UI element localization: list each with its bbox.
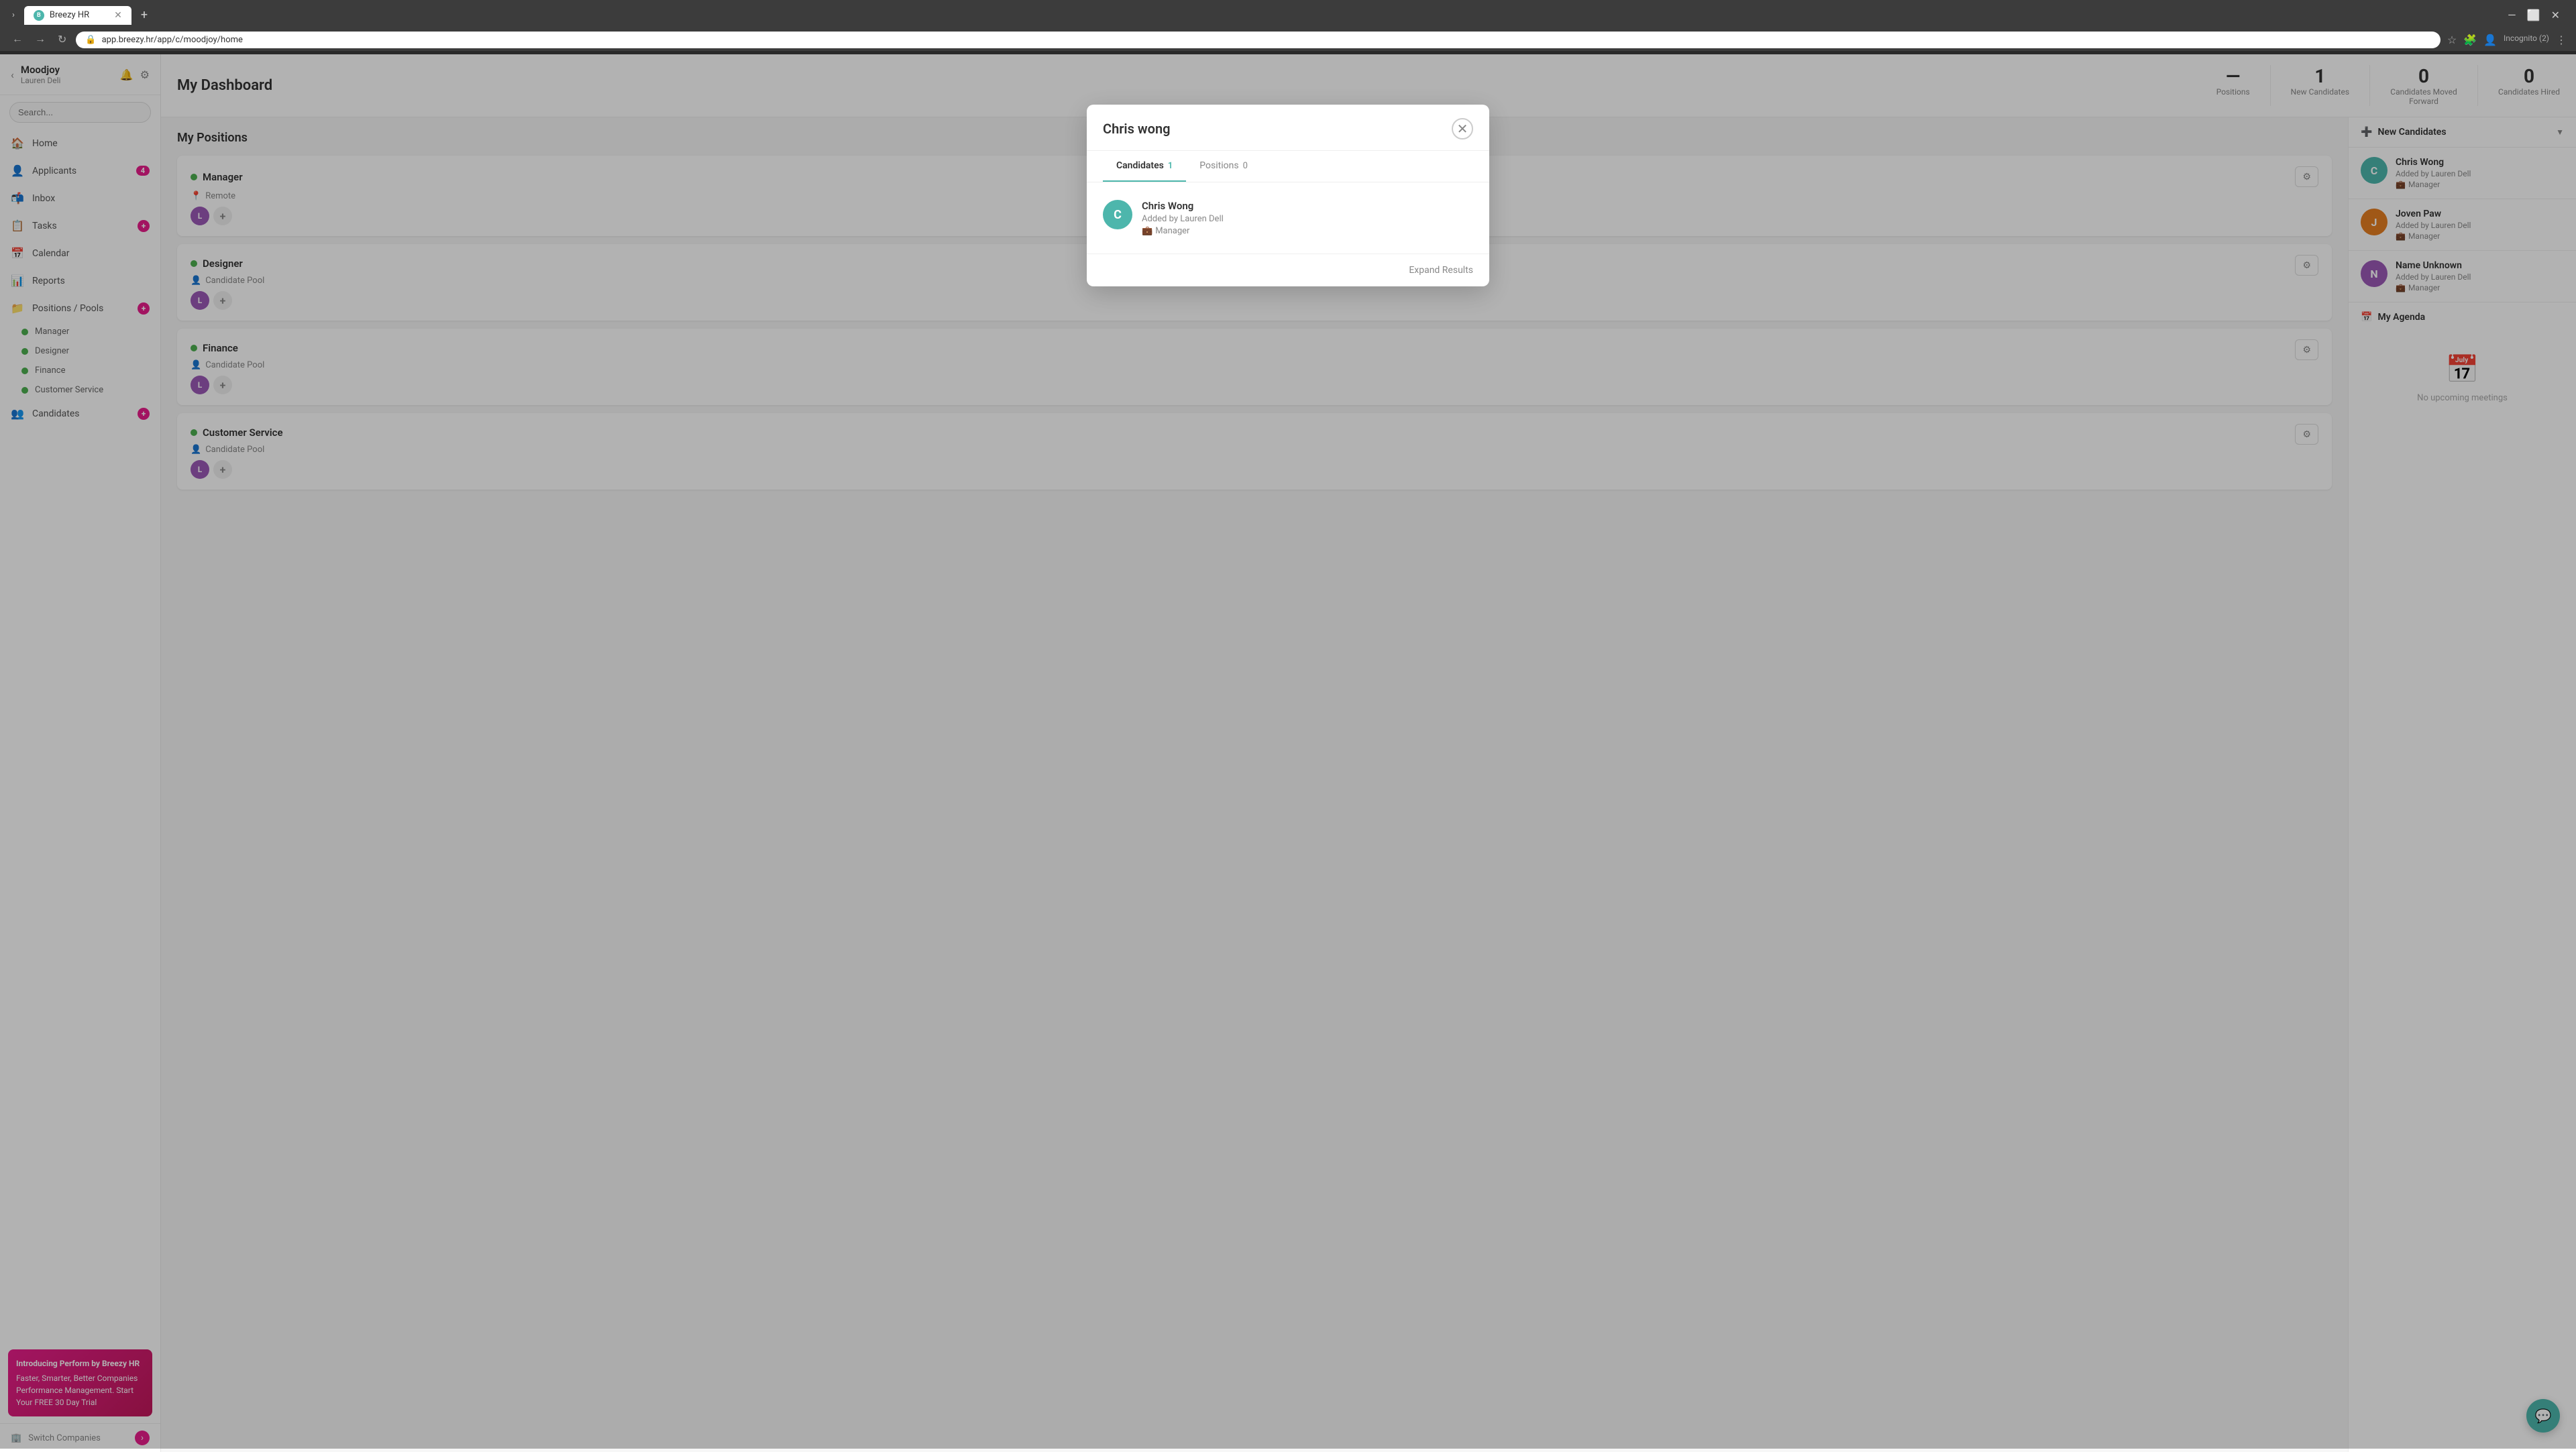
- modal-close-button[interactable]: ✕: [1452, 118, 1473, 139]
- modal-title: Chris wong: [1103, 121, 1171, 137]
- tab-label: Breezy HR: [50, 10, 89, 20]
- close-window-button[interactable]: ✕: [2548, 6, 2563, 24]
- url-text: app.breezy.hr/app/c/moodjoy/home: [102, 35, 243, 45]
- briefcase-icon-modal: 💼: [1142, 226, 1152, 236]
- positions-tab-label: Positions: [1199, 160, 1238, 171]
- modal-tabs: Candidates 1 Positions 0: [1087, 151, 1489, 182]
- minimize-button[interactable]: —: [2505, 6, 2519, 24]
- modal-candidate-item[interactable]: C Chris Wong Added by Lauren Dell 💼 Mana…: [1103, 193, 1473, 243]
- new-tab-button[interactable]: +: [136, 5, 153, 25]
- candidates-tab-count: 1: [1168, 161, 1173, 171]
- tab-bar: › B Breezy HR ✕ + — ⬜ ✕: [0, 0, 2576, 25]
- window-controls: — ⬜ ✕: [2505, 6, 2569, 24]
- tab-close-button[interactable]: ✕: [114, 10, 122, 21]
- modal-tab-positions[interactable]: Positions 0: [1186, 151, 1261, 182]
- modal-candidate-info: Chris Wong Added by Lauren Dell 💼 Manage…: [1142, 200, 1224, 236]
- address-bar[interactable]: 🔒 app.breezy.hr/app/c/moodjoy/home: [76, 32, 2440, 48]
- modal-candidate-name: Chris Wong: [1142, 200, 1224, 212]
- tab-group-arrow[interactable]: ›: [7, 7, 20, 23]
- positions-tab-count: 0: [1243, 161, 1248, 171]
- browser-toolbar: ← → ↻ 🔒 app.breezy.hr/app/c/moodjoy/home…: [0, 25, 2576, 54]
- profile-icon[interactable]: 👤: [2483, 34, 2497, 46]
- toolbar-right: ☆ 🧩 👤 Incognito (2) ⋮: [2447, 34, 2567, 46]
- modal-candidate-added: Added by Lauren Dell: [1142, 214, 1224, 224]
- modal-footer: Expand Results: [1087, 254, 1489, 286]
- modal-candidate-avatar: C: [1103, 200, 1132, 229]
- search-modal: Chris wong ✕ Candidates 1 Positions 0 C …: [1087, 105, 1489, 286]
- back-button[interactable]: ←: [9, 31, 25, 48]
- forward-button[interactable]: →: [32, 31, 48, 48]
- modal-body: C Chris Wong Added by Lauren Dell 💼 Mana…: [1087, 182, 1489, 254]
- candidates-tab-label: Candidates: [1116, 160, 1164, 171]
- bookmark-icon[interactable]: ☆: [2447, 34, 2457, 46]
- modal-tab-candidates[interactable]: Candidates 1: [1103, 151, 1186, 182]
- modal-candidate-role: 💼 Manager: [1142, 226, 1224, 236]
- modal-overlay[interactable]: Chris wong ✕ Candidates 1 Positions 0 C …: [0, 51, 2576, 1449]
- expand-results-link[interactable]: Expand Results: [1409, 265, 1473, 276]
- menu-icon[interactable]: ⋮: [2556, 34, 2567, 46]
- maximize-button[interactable]: ⬜: [2524, 6, 2543, 24]
- incognito-label: Incognito (2): [2504, 34, 2549, 46]
- active-tab[interactable]: B Breezy HR ✕: [24, 6, 131, 25]
- modal-header: Chris wong ✕: [1087, 105, 1489, 151]
- lock-icon: 🔒: [85, 35, 96, 45]
- extensions-icon[interactable]: 🧩: [2463, 34, 2477, 46]
- refresh-button[interactable]: ↻: [55, 30, 69, 49]
- browser-chrome: › B Breezy HR ✕ + — ⬜ ✕ ← → ↻ 🔒 app.bree…: [0, 0, 2576, 54]
- tab-favicon: B: [34, 10, 44, 21]
